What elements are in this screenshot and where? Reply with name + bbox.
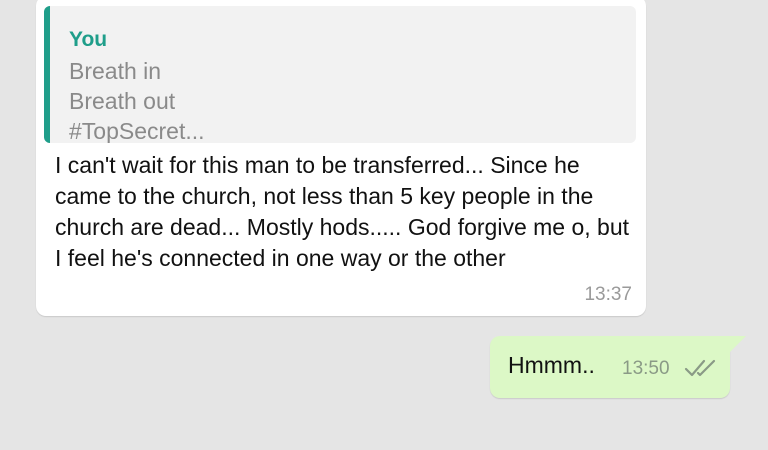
incoming-message-text: I can't wait for this man to be transfer… (55, 152, 630, 271)
outgoing-message-bubble[interactable]: Hmmm.. 13:50 (490, 336, 730, 398)
quote-accent-bar (44, 6, 50, 143)
incoming-message-bubble[interactable]: You Breath in Breath out #TopSecret... I… (36, 0, 646, 316)
outgoing-bubble-tail (730, 336, 746, 352)
quote-author: You (69, 28, 108, 51)
quote-line: Breath out (69, 88, 176, 114)
chat-view: You Breath in Breath out #TopSecret... I… (0, 0, 768, 450)
outgoing-message-text: Hmmm.. (508, 352, 595, 378)
outgoing-message-time: 13:50 (622, 358, 670, 379)
quote-line: #TopSecret... (69, 118, 205, 143)
quote-line: Breath in (69, 58, 162, 84)
incoming-message-time: 13:37 (584, 284, 632, 305)
quoted-message[interactable]: You Breath in Breath out #TopSecret... (44, 6, 636, 143)
double-check-icon (684, 359, 716, 377)
